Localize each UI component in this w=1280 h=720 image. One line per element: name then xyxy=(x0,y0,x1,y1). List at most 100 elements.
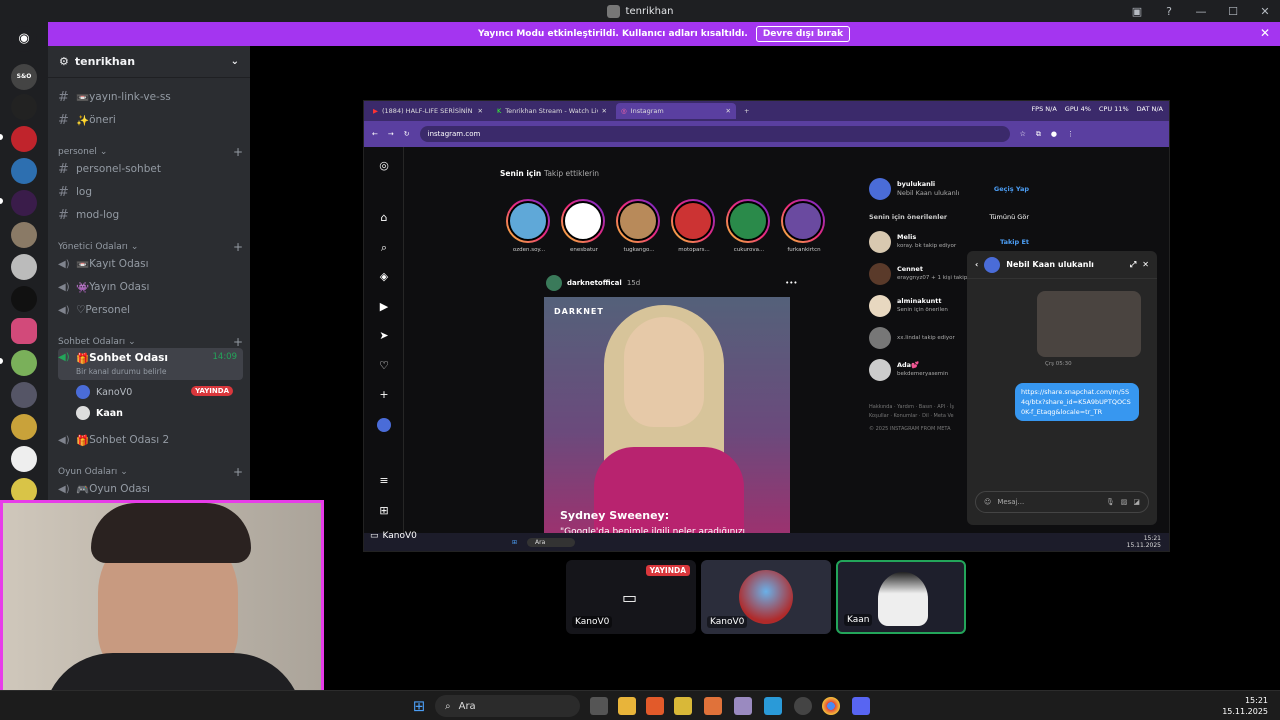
discord-home-icon[interactable]: ◉ xyxy=(11,26,37,52)
browser-tab[interactable]: ▶ (1884) HALF-LIFE SERİSİNİN YA ✕ xyxy=(368,103,488,119)
maximize-button[interactable]: ☐ xyxy=(1226,5,1240,18)
participant-tile-speaking[interactable]: Kaan xyxy=(836,560,966,634)
voice-channel-yayin[interactable]: ◀) 👾 Yayın Odası xyxy=(58,276,243,298)
category-oyun[interactable]: Oyun Odaları ⌄ + xyxy=(58,465,243,479)
participant-tile[interactable]: YAYINDA ▭ KanoV0 xyxy=(566,560,696,634)
post-image[interactable]: DARKNET Sydney Sweeney: "Google'da benim… xyxy=(544,297,790,543)
threads-icon[interactable]: ⊞ xyxy=(377,504,391,518)
create-icon[interactable]: + xyxy=(377,388,391,402)
close-button[interactable]: ✕ xyxy=(1258,5,1272,18)
server-icon[interactable] xyxy=(11,318,37,344)
close-icon[interactable]: ✕ xyxy=(1142,260,1149,269)
server-icon[interactable] xyxy=(11,126,37,152)
chrome-icon[interactable] xyxy=(822,697,840,715)
taskbar-clock[interactable]: 15:21 15.11.2025 xyxy=(1222,695,1268,717)
server-icon[interactable]: S&O xyxy=(11,64,37,90)
file-explorer-icon[interactable] xyxy=(618,697,636,715)
story-item[interactable]: tugkango... xyxy=(616,199,662,253)
current-account[interactable]: byulukanli Nebil Kaan ulukanlı Geçiş Yap xyxy=(869,178,1029,200)
see-all-link[interactable]: Tümünü Gör xyxy=(989,213,1029,221)
forward-icon[interactable]: → xyxy=(388,130,394,138)
new-tab-icon[interactable]: + xyxy=(744,107,749,115)
story-item[interactable]: motopars... xyxy=(671,199,717,253)
app-icon[interactable] xyxy=(704,697,722,715)
close-icon[interactable]: ✕ xyxy=(602,107,607,115)
voice-channel-oyun[interactable]: ◀) 🎮 Oyun Odası xyxy=(58,478,243,500)
url-field[interactable]: instagram.com xyxy=(419,126,1010,142)
participant-tile[interactable]: KanoV0 xyxy=(701,560,831,634)
follow-button[interactable]: Takip Et xyxy=(1000,238,1029,246)
voice-channel-kayit[interactable]: ◀) 📼 Kayıt Odası xyxy=(58,253,243,275)
voice-user[interactable]: KanoV0 YAYINDA xyxy=(76,383,241,401)
close-icon[interactable]: ✕ xyxy=(1260,26,1270,40)
voice-user[interactable]: Kaan xyxy=(76,404,241,422)
channel-oneri[interactable]: # ✨ öneri xyxy=(58,109,243,131)
channel-log[interactable]: # log xyxy=(58,181,243,203)
server-icon[interactable] xyxy=(11,158,37,184)
category-yonetici[interactable]: Yönetici Odaları ⌄ + xyxy=(58,240,243,254)
voice-channel-sohbet-active[interactable]: ◀) 🎁 Sohbet Odası 14:09 Bir kanal durumu… xyxy=(58,348,243,380)
category-personel[interactable]: personel ⌄ + xyxy=(58,145,243,159)
more-options-icon[interactable]: ••• xyxy=(785,279,797,287)
disable-streamer-mode-button[interactable]: Devre dışı bırak xyxy=(755,26,851,42)
messages-icon[interactable]: ➤ xyxy=(377,329,391,343)
dm-contact-name[interactable]: Nebil Kaan ulukanlı xyxy=(1006,260,1094,269)
channel-status[interactable]: Bir kanal durumu belirle xyxy=(76,367,166,376)
tab-following[interactable]: Takip ettiklerin xyxy=(544,169,599,178)
expand-icon[interactable]: ⤢ xyxy=(1130,260,1136,270)
server-icon[interactable] xyxy=(11,222,37,248)
heart-icon[interactable]: ♡ xyxy=(377,359,391,373)
story-item[interactable]: furkankirtcn xyxy=(781,199,827,253)
app-icon[interactable] xyxy=(764,697,782,715)
back-icon[interactable]: ← xyxy=(372,130,378,138)
footer-links[interactable]: Hakkında · Yardım · Basın · API · İş xyxy=(869,403,969,412)
minimize-button[interactable]: — xyxy=(1194,5,1208,18)
suggestion-item[interactable]: Melis koray. bk takip ediyor Takip Et xyxy=(869,231,1029,253)
server-icon[interactable] xyxy=(11,350,37,376)
reels-icon[interactable]: ▶ xyxy=(377,300,391,314)
switch-account-link[interactable]: Geçiş Yap xyxy=(994,185,1029,193)
profile-icon[interactable]: ● xyxy=(1051,130,1057,138)
app-icon[interactable] xyxy=(794,697,812,715)
instagram-logo-icon[interactable]: ◎ xyxy=(377,159,391,173)
home-icon[interactable]: ⌂ xyxy=(377,211,391,225)
server-icon[interactable] xyxy=(11,382,37,408)
shared-screen[interactable]: ▶ (1884) HALF-LIFE SERİSİNİN YA ✕ K Tenrikh… xyxy=(363,100,1170,552)
channel-personel-sohbet[interactable]: # personel-sohbet xyxy=(58,158,243,180)
reload-icon[interactable]: ↻ xyxy=(404,130,410,138)
inbox-icon[interactable]: ▣ xyxy=(1130,5,1144,18)
server-icon[interactable] xyxy=(11,286,37,312)
taskbar-search[interactable]: ⌕ Ara xyxy=(435,695,580,717)
add-channel-icon[interactable]: + xyxy=(233,240,243,254)
story-item[interactable]: enesbatur xyxy=(561,199,607,253)
shared-photo[interactable] xyxy=(1037,291,1141,357)
server-icon[interactable] xyxy=(11,446,37,472)
task-view-icon[interactable] xyxy=(590,697,608,715)
story-item[interactable]: cukurova... xyxy=(726,199,772,253)
message-bubble-link[interactable]: https://share.snapchat.com/m/5S4q/btx?sh… xyxy=(1015,383,1139,421)
windows-start-icon[interactable]: ⊞ xyxy=(410,697,428,715)
post-header[interactable]: darknetoffical 15d ••• xyxy=(546,275,798,291)
help-icon[interactable]: ? xyxy=(1162,5,1176,18)
sticker-icon[interactable]: ◪ xyxy=(1133,498,1140,506)
category-sohbet[interactable]: Sohbet Odaları ⌄ + xyxy=(58,335,243,349)
app-icon[interactable] xyxy=(734,697,752,715)
microphone-icon[interactable]: 🎙 xyxy=(1106,498,1115,506)
voice-channel-sohbet-2[interactable]: ◀) 🎁 Sohbet Odası 2 xyxy=(58,429,243,451)
menu-icon[interactable]: ⋮ xyxy=(1067,130,1074,138)
message-input[interactable]: ☺ Mesaj... 🎙 ▨ ◪ xyxy=(975,491,1149,513)
add-channel-icon[interactable]: + xyxy=(233,465,243,479)
post-username[interactable]: darknetoffical xyxy=(567,279,622,287)
close-icon[interactable]: ✕ xyxy=(478,107,483,115)
tab-for-you[interactable]: Senin için xyxy=(500,169,541,178)
app-icon[interactable] xyxy=(674,697,692,715)
star-icon[interactable]: ☆ xyxy=(1020,130,1026,138)
server-icon[interactable] xyxy=(11,254,37,280)
channel-mod-log[interactable]: # mod-log xyxy=(58,204,243,226)
voice-channel-personel[interactable]: ◀) ♡ Personel xyxy=(58,299,243,321)
server-icon[interactable] xyxy=(11,414,37,440)
emoji-icon[interactable]: ☺ xyxy=(984,498,991,506)
guild-header[interactable]: ⚙ tenrikhan ⌄ xyxy=(48,46,250,78)
server-icon[interactable] xyxy=(11,94,37,120)
add-channel-icon[interactable]: + xyxy=(233,145,243,159)
